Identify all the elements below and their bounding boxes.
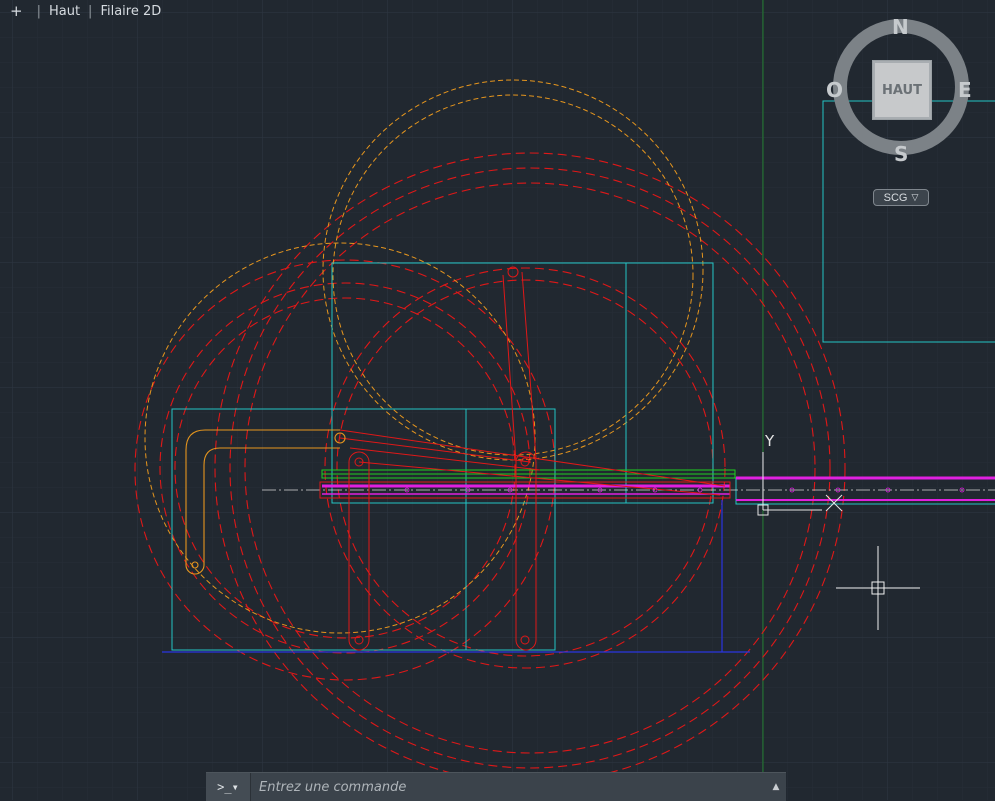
command-line: >_▾ ▲: [206, 772, 786, 801]
compass-west[interactable]: O: [826, 78, 843, 102]
viewport-controls: + | Haut | Filaire 2D: [10, 2, 161, 20]
ucs-y-label: Y: [764, 432, 775, 450]
viewcube[interactable]: HAUT N S E O: [826, 12, 976, 166]
command-input[interactable]: [251, 774, 766, 800]
chevron-down-icon: ▽: [911, 192, 919, 202]
compass-south[interactable]: S: [894, 142, 908, 166]
command-history-up-icon[interactable]: ▲: [766, 773, 786, 801]
visual-style-control[interactable]: Filaire 2D: [100, 4, 161, 19]
viewcube-face-top[interactable]: HAUT: [872, 60, 932, 120]
drawing-viewport[interactable]: Y + | Haut | Filaire 2D HAUT N S E O SCG…: [0, 0, 995, 801]
compass-east[interactable]: E: [958, 78, 972, 102]
compass-north[interactable]: N: [892, 15, 909, 39]
view-control[interactable]: Haut: [49, 4, 80, 19]
viewport-menu-plus[interactable]: +: [10, 2, 23, 20]
ucs-menu-label: SCG: [883, 191, 908, 204]
command-prompt-button[interactable]: >_▾: [206, 773, 251, 801]
ucs-menu-button[interactable]: SCG ▽: [873, 189, 929, 206]
separator: |: [88, 3, 93, 19]
separator: |: [36, 3, 41, 19]
